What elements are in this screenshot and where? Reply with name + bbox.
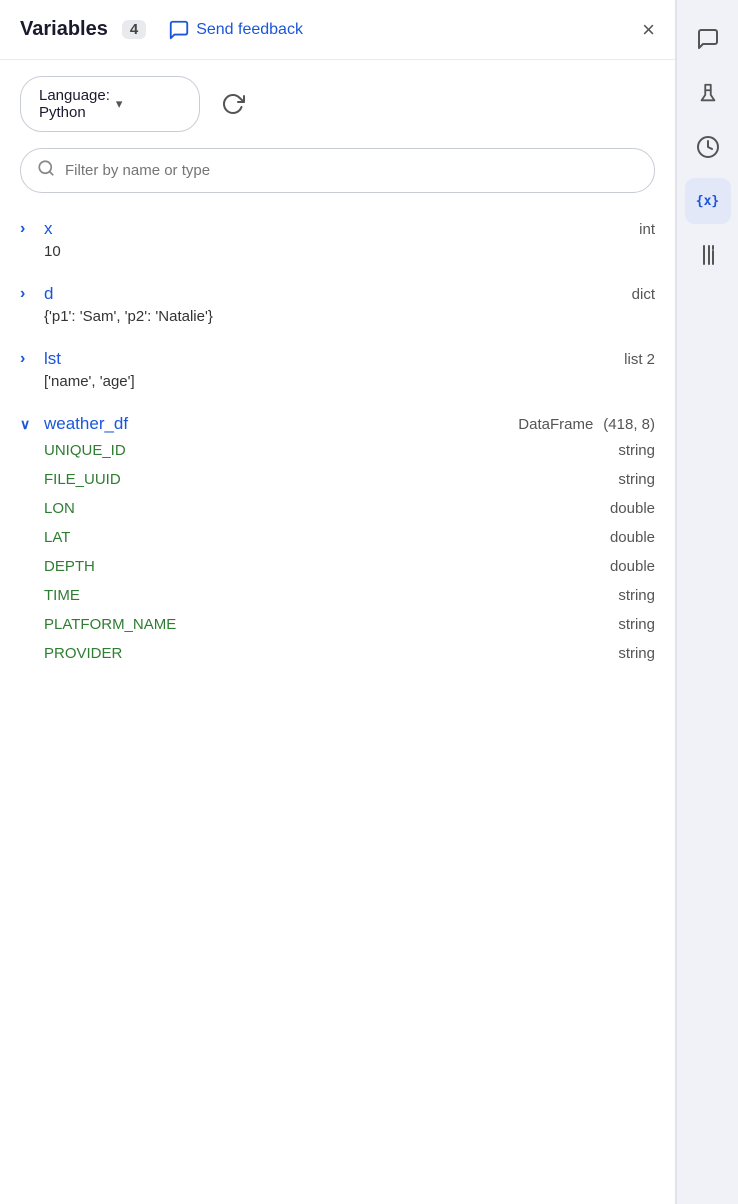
- header: Variables 4 Send feedback ×: [0, 0, 675, 60]
- dataframe-columns: UNIQUE_ID string FILE_UUID string LON do…: [20, 436, 655, 674]
- df-col-name-lat: LAT: [44, 529, 610, 546]
- expand-icon-x: ›: [20, 220, 34, 238]
- variable-name-weather-df: weather_df: [44, 414, 518, 434]
- variable-type-d: dict: [632, 286, 655, 303]
- variable-value-d: {'p1': 'Sam', 'p2': 'Natalie'}: [20, 306, 655, 335]
- sidebar-chat-icon[interactable]: [685, 16, 731, 62]
- variable-count-badge: 4: [122, 20, 146, 39]
- variable-type-lst: list 2: [624, 351, 655, 368]
- close-button[interactable]: ×: [642, 19, 655, 41]
- expand-icon-lst: ›: [20, 350, 34, 368]
- df-col-name-platform-name: PLATFORM_NAME: [44, 616, 618, 633]
- variable-lst-header[interactable]: › lst list 2: [20, 339, 655, 371]
- variable-lst: › lst list 2 ['name', 'age']: [20, 339, 655, 400]
- df-col-lat: LAT double: [44, 523, 655, 552]
- feedback-icon: [168, 19, 190, 41]
- refresh-button[interactable]: [214, 85, 252, 123]
- search-box: [20, 148, 655, 193]
- variables-icon-label: {x}: [696, 194, 719, 209]
- send-feedback-button[interactable]: Send feedback: [168, 19, 632, 41]
- variable-weather-df-header[interactable]: ∨ weather_df DataFrame (418, 8): [20, 404, 655, 436]
- df-col-name-provider: PROVIDER: [44, 645, 618, 662]
- sidebar: {x}: [676, 0, 738, 1204]
- search-icon: [37, 159, 55, 182]
- df-col-type-unique-id: string: [618, 442, 655, 459]
- sidebar-variables-icon[interactable]: {x}: [685, 178, 731, 224]
- df-col-depth: DEPTH double: [44, 552, 655, 581]
- language-label: Language: Python: [39, 87, 110, 121]
- variable-x: › x int 10: [20, 209, 655, 270]
- refresh-icon: [221, 92, 245, 116]
- df-col-name-lon: LON: [44, 500, 610, 517]
- df-col-file-uuid: FILE_UUID string: [44, 465, 655, 494]
- search-input[interactable]: [65, 162, 638, 179]
- variable-d: › d dict {'p1': 'Sam', 'p2': 'Natalie'}: [20, 274, 655, 335]
- variable-d-header[interactable]: › d dict: [20, 274, 655, 306]
- sidebar-library-icon[interactable]: [685, 232, 731, 278]
- df-col-name-file-uuid: FILE_UUID: [44, 471, 618, 488]
- variable-shape-weather-df: (418, 8): [603, 416, 655, 433]
- df-col-provider: PROVIDER string: [44, 639, 655, 668]
- df-col-name-time: TIME: [44, 587, 618, 604]
- variable-name-x: x: [44, 219, 639, 239]
- df-col-platform-name: PLATFORM_NAME string: [44, 610, 655, 639]
- df-col-name-unique-id: UNIQUE_ID: [44, 442, 618, 459]
- variable-name-lst: lst: [44, 349, 624, 369]
- df-col-lon: LON double: [44, 494, 655, 523]
- df-col-type-lon: double: [610, 500, 655, 517]
- df-col-type-provider: string: [618, 645, 655, 662]
- variable-weather-df: ∨ weather_df DataFrame (418, 8) UNIQUE_I…: [20, 404, 655, 674]
- variable-value-x: 10: [20, 241, 655, 270]
- search-container: [0, 140, 675, 209]
- df-col-name-depth: DEPTH: [44, 558, 610, 575]
- variable-value-lst: ['name', 'age']: [20, 371, 655, 400]
- df-col-unique-id: UNIQUE_ID string: [44, 436, 655, 465]
- df-col-type-lat: double: [610, 529, 655, 546]
- df-col-type-time: string: [618, 587, 655, 604]
- df-col-type-platform-name: string: [618, 616, 655, 633]
- sidebar-flask-icon[interactable]: [685, 70, 731, 116]
- panel-title: Variables: [20, 18, 108, 41]
- df-col-type-file-uuid: string: [618, 471, 655, 488]
- variable-x-header[interactable]: › x int: [20, 209, 655, 241]
- sidebar-history-icon[interactable]: [685, 124, 731, 170]
- send-feedback-label: Send feedback: [196, 21, 303, 39]
- chevron-down-icon: ▾: [116, 96, 181, 112]
- df-col-time: TIME string: [44, 581, 655, 610]
- variable-name-d: d: [44, 284, 632, 304]
- controls-bar: Language: Python ▾: [0, 60, 675, 140]
- variables-panel: Variables 4 Send feedback × Language: Py…: [0, 0, 676, 1204]
- df-col-type-depth: double: [610, 558, 655, 575]
- expand-icon-d: ›: [20, 285, 34, 303]
- variable-type-weather-df: DataFrame: [518, 416, 593, 433]
- variable-type-x: int: [639, 221, 655, 238]
- expand-icon-weather-df: ∨: [20, 416, 34, 433]
- variables-list: › x int 10 › d dict {'p1': 'Sam', 'p2': …: [0, 209, 675, 1204]
- language-selector[interactable]: Language: Python ▾: [20, 76, 200, 132]
